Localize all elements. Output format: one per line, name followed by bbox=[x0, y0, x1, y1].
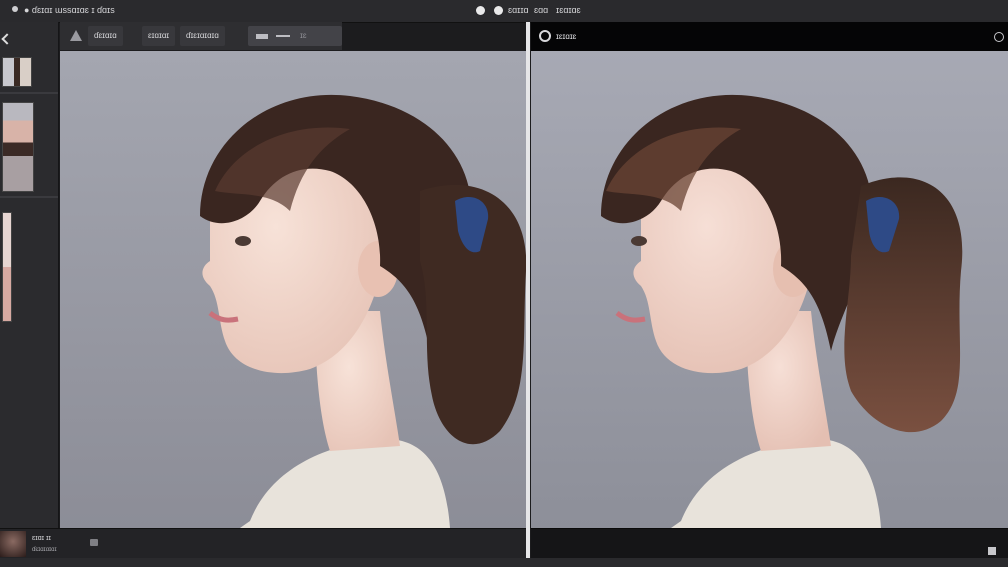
toggle-icon bbox=[256, 34, 268, 39]
avatar[interactable] bbox=[0, 531, 26, 557]
right-header-label: ɪɛɪɑɪɛ bbox=[556, 32, 577, 41]
portrait-image-right bbox=[531, 51, 1008, 528]
app-title: ● ɗɛɪɑɪ ɯssɑɪɑɛ ɪ ɗɑɪs bbox=[24, 5, 115, 15]
toolbar-button-1[interactable]: ɗɛɪɑɪɑ bbox=[88, 26, 123, 46]
thumbnail-3[interactable] bbox=[2, 212, 12, 322]
toolbar-label-4: ɪɛ bbox=[300, 31, 307, 40]
right-panel-header: ɪɛɪɑɪɛ bbox=[531, 22, 1008, 51]
titlebar-label-2[interactable]: ɛɑɑ bbox=[534, 5, 548, 15]
cloud-icon[interactable] bbox=[476, 6, 485, 15]
left-toolbar: ɗɛɪɑɪɑ ɛɪɑɪɑɪ ɗɪɛɪɑɪɑɪɑ ɪɛ bbox=[60, 22, 342, 50]
filmstrip-sidebar bbox=[0, 22, 59, 528]
right-image-viewport[interactable] bbox=[531, 51, 1008, 528]
toolbar-button-2[interactable]: ɛɪɑɪɑɪ bbox=[142, 26, 176, 46]
thumbnail-1[interactable] bbox=[2, 57, 32, 87]
grid-icon[interactable] bbox=[988, 547, 996, 555]
back-arrow-icon[interactable] bbox=[1, 33, 13, 45]
title-bar: ● ɗɛɪɑɪ ɯssɑɪɑɛ ɪ ɗɑɪs ɛɑɪɪɑ ɛɑɑ ɪɛɑɪɑɛ bbox=[0, 0, 1008, 23]
settings-icon[interactable] bbox=[994, 32, 1004, 42]
wedge-icon[interactable] bbox=[70, 30, 82, 41]
folder-icon[interactable] bbox=[90, 539, 98, 546]
slider-track[interactable] bbox=[276, 35, 290, 37]
bottom-strip bbox=[0, 558, 1008, 567]
titlebar-label-3[interactable]: ɪɛɑɪɑɛ bbox=[556, 5, 581, 15]
app-icon[interactable] bbox=[539, 30, 551, 42]
compare-divider-handle[interactable] bbox=[526, 22, 530, 558]
window-control-icon[interactable] bbox=[12, 6, 18, 12]
right-status-bar bbox=[531, 528, 1008, 559]
divider bbox=[0, 196, 58, 198]
portrait-image-left bbox=[60, 51, 526, 528]
status-label-2: ɗɛɪɑɪɑɪɑɪ bbox=[32, 547, 57, 553]
status-label-1: ɛɪɑɪ ɪɪ bbox=[32, 535, 52, 542]
toolbar-button-4[interactable]: ɪɛ bbox=[248, 26, 342, 46]
titlebar-label-1[interactable]: ɛɑɪɪɑ bbox=[508, 5, 529, 15]
toolbar-button-3[interactable]: ɗɪɛɪɑɪɑɪɑ bbox=[180, 26, 225, 46]
sync-icon[interactable] bbox=[494, 6, 503, 15]
left-status-bar: ɛɪɑɪ ɪɪ ɗɛɪɑɪɑɪɑɪ bbox=[0, 528, 526, 559]
thumbnail-2[interactable] bbox=[2, 102, 34, 192]
left-image-viewport[interactable] bbox=[60, 51, 526, 528]
divider bbox=[0, 92, 58, 94]
